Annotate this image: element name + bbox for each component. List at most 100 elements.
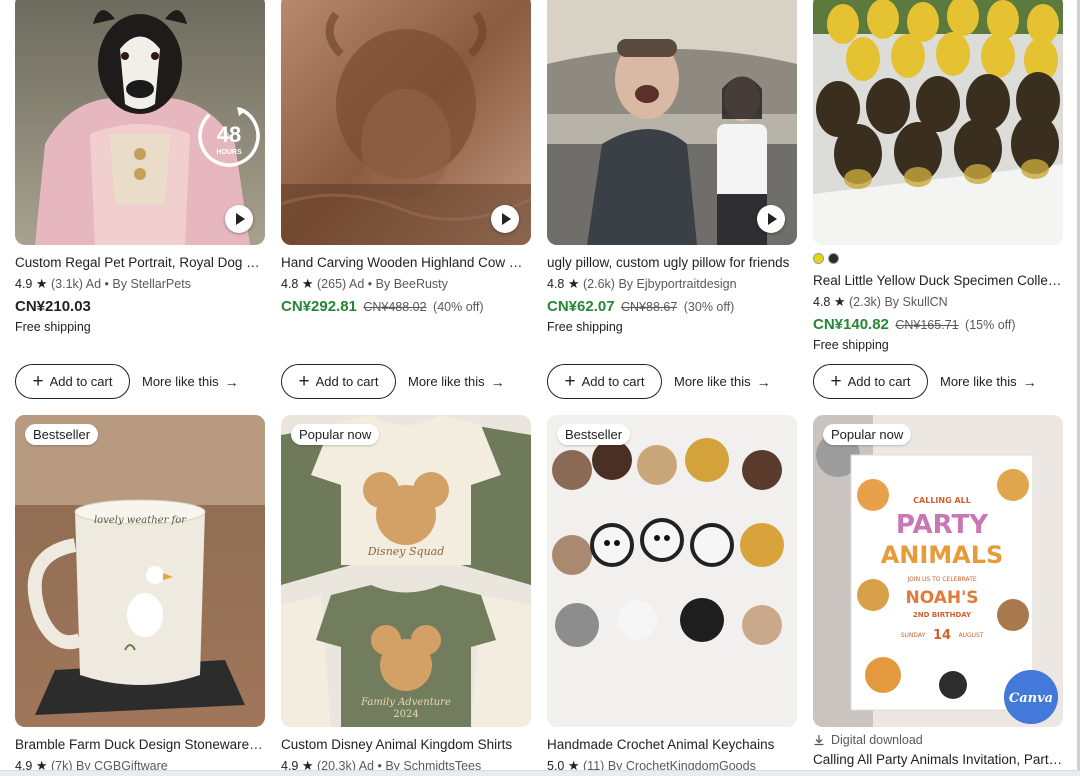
listing-title[interactable]: Real Little Yellow Duck Specimen Collect… [813, 272, 1063, 289]
by-prefix: • By [104, 277, 127, 291]
digital-download-text: Digital download [831, 733, 923, 747]
more-like-this-link[interactable]: More like this → [674, 374, 771, 390]
add-to-cart-label: Add to cart [581, 374, 645, 389]
listing-thumbnail[interactable]: CALLING ALL PARTY ANIMALS JOIN US TO CEL… [813, 415, 1063, 727]
shop-name[interactable]: StellarPets [130, 277, 190, 291]
duck-specimen-image [813, 0, 1063, 245]
listing-thumbnail[interactable]: 48 HOURS [15, 0, 265, 245]
listing-card[interactable]: 48 HOURS Custom Regal Pet Portrait, Roya… [15, 0, 265, 399]
listing-card[interactable]: lovely weather for Bestseller Bramble Fa… [15, 415, 265, 774]
review-count: (265) [317, 277, 347, 291]
listing-card[interactable]: CALLING ALL PARTY ANIMALS JOIN US TO CEL… [813, 415, 1063, 768]
wooden-cow-image [281, 0, 531, 245]
price-line: CN¥292.81 CN¥488.02 (40% off) [281, 298, 531, 317]
discount-label: (30% off) [683, 300, 735, 314]
discount-label: (15% off) [965, 318, 1016, 332]
popular-now-badge: Popular now [823, 424, 912, 445]
shop-name[interactable]: Ejbyportraitdesign [637, 277, 737, 291]
listing-title[interactable]: Custom Disney Animal Kingdom Shirts [281, 736, 531, 753]
add-to-cart-button[interactable]: + Add to cart [813, 364, 928, 399]
shop-name[interactable]: BeeRusty [394, 277, 448, 291]
listing-title[interactable]: Handmade Crochet Animal Keychains [547, 736, 797, 753]
listing-thumbnail[interactable] [281, 0, 531, 245]
more-like-this-label: More like this [142, 374, 219, 389]
arrow-right-icon: → [1022, 373, 1037, 390]
listing-thumbnail[interactable] [547, 0, 797, 245]
listing-card[interactable]: Bestseller Handmade Crochet Animal Keych… [547, 415, 797, 774]
bottom-scrollbar[interactable] [0, 770, 1080, 776]
listing-card[interactable]: ugly pillow, custom ugly pillow for frie… [547, 0, 797, 399]
popular-now-badge: Popular now [291, 424, 380, 445]
plus-icon: + [830, 370, 842, 392]
listing-title[interactable]: ugly pillow, custom ugly pillow for frie… [547, 254, 797, 271]
play-video-icon[interactable] [225, 205, 253, 233]
add-to-cart-button[interactable]: + Add to cart [281, 364, 396, 399]
svg-text:Disney Squad: Disney Squad [367, 545, 445, 558]
listing-title[interactable]: Bramble Farm Duck Design Stoneware Mug [15, 736, 265, 753]
price: CN¥210.03 [15, 298, 91, 315]
listing-meta: 4.9 ★ (3.1k) Ad • By StellarPets [15, 276, 265, 292]
listing-title[interactable]: Custom Regal Pet Portrait, Royal Dog Por… [15, 254, 265, 271]
add-to-cart-label: Add to cart [315, 374, 379, 389]
listing-thumbnail[interactable]: Disney Squad Family Adventure 2024 Popul… [281, 415, 531, 727]
more-like-this-link[interactable]: More like this → [142, 374, 239, 390]
free-shipping-label: Free shipping [547, 320, 623, 334]
star-icon: ★ [833, 294, 846, 309]
rating-value: 4.8 [813, 295, 831, 309]
add-to-cart-button[interactable]: + Add to cart [547, 364, 662, 399]
play-video-icon[interactable] [757, 205, 785, 233]
svg-text:ANIMALS: ANIMALS [881, 541, 1004, 569]
bestseller-badge: Bestseller [557, 424, 631, 445]
svg-text:CALLING ALL: CALLING ALL [913, 496, 971, 505]
ad-label: Ad [85, 277, 102, 291]
add-to-cart-button[interactable]: + Add to cart [15, 364, 130, 399]
plus-icon: + [298, 370, 310, 392]
play-video-icon[interactable] [491, 205, 519, 233]
original-price: CN¥165.71 [895, 318, 959, 332]
svg-text:JOIN US TO CELEBRATE: JOIN US TO CELEBRATE [906, 576, 977, 583]
listing-thumbnail[interactable]: lovely weather for Bestseller [15, 415, 265, 727]
card-actions: + Add to cart More like this → [281, 364, 531, 399]
svg-text:SUNDAY: SUNDAY [901, 632, 926, 639]
listing-meta: 4.8 ★ (2.3k) By SkullCN [813, 294, 1063, 310]
original-price: CN¥488.02 [363, 300, 427, 314]
listing-card[interactable]: Hand Carving Wooden Highland Cow Sculptu… [281, 0, 531, 399]
more-like-this-link[interactable]: More like this → [940, 374, 1037, 390]
svg-text:Family Adventure: Family Adventure [360, 697, 451, 708]
review-count: (2.6k) [583, 277, 615, 291]
bestseller-badge: Bestseller [25, 424, 99, 445]
by-prefix: • By [367, 277, 391, 291]
color-swatch-yellow[interactable] [813, 253, 824, 264]
review-count: (3.1k) [51, 277, 83, 291]
arrow-right-icon: → [224, 373, 239, 390]
48-hours-badge-icon: 48 HOURS [198, 105, 260, 167]
star-icon: ★ [35, 276, 48, 291]
add-to-cart-label: Add to cart [49, 374, 113, 389]
more-like-this-label: More like this [940, 374, 1017, 389]
listing-title[interactable]: Calling All Party Animals Invitation, Pa… [813, 751, 1063, 768]
more-like-this-label: More like this [408, 374, 485, 389]
free-shipping-label: Free shipping [813, 338, 889, 352]
listing-card[interactable]: Disney Squad Family Adventure 2024 Popul… [281, 415, 531, 774]
more-like-this-label: More like this [674, 374, 751, 389]
shop-name[interactable]: SkullCN [903, 295, 948, 309]
ugly-pillow-image [547, 0, 797, 245]
more-like-this-link[interactable]: More like this → [408, 374, 505, 390]
digital-download-label: Digital download [813, 733, 1063, 747]
svg-text:14: 14 [933, 628, 951, 643]
sale-price: CN¥62.07 [547, 298, 615, 315]
crochet-keychains-image [547, 415, 797, 727]
listing-card[interactable]: Real Little Yellow Duck Specimen Collect… [813, 0, 1063, 399]
listing-thumbnail[interactable] [813, 0, 1063, 245]
duck-mug-image: lovely weather for [15, 415, 265, 727]
rating-value: 4.8 [281, 277, 299, 291]
listing-thumbnail[interactable]: Bestseller [547, 415, 797, 727]
color-swatch-black[interactable] [828, 253, 839, 264]
disney-shirts-image: Disney Squad Family Adventure 2024 [281, 415, 531, 727]
card-actions: + Add to cart More like this → [547, 364, 797, 399]
listing-title[interactable]: Hand Carving Wooden Highland Cow Sculptu… [281, 254, 531, 271]
svg-text:2ND BIRTHDAY: 2ND BIRTHDAY [913, 611, 972, 619]
original-price: CN¥88.67 [621, 300, 678, 314]
by-prefix: By [884, 295, 900, 309]
ad-label: Ad [349, 277, 365, 291]
